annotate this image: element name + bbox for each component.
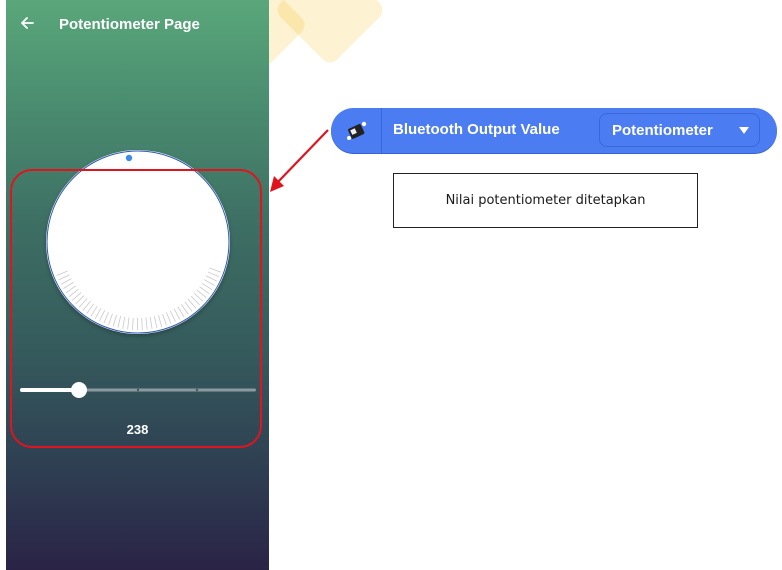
pointer-arrow — [270, 129, 329, 192]
caption-text: Nilai potentiometer ditetapkan — [445, 193, 646, 208]
page-title: Potentiometer Page — [59, 16, 200, 33]
block-icon-area — [331, 108, 382, 153]
caret-down-icon — [739, 127, 749, 134]
block-label: Bluetooth Output Value — [393, 121, 560, 138]
app-bar: Potentiometer Page — [6, 0, 269, 52]
highlight-frame — [10, 169, 262, 448]
caption-box: Nilai potentiometer ditetapkan — [393, 173, 698, 228]
dropdown-selected-value: Potentiometer — [612, 122, 713, 139]
bluetooth-output-block[interactable]: Bluetooth Output Value Potentiometer — [331, 108, 777, 153]
sensor-dropdown[interactable]: Potentiometer — [599, 113, 760, 147]
knob-indicator-dot — [125, 154, 133, 162]
bluetooth-module-icon — [347, 121, 367, 140]
back-arrow-icon[interactable] — [18, 14, 36, 32]
